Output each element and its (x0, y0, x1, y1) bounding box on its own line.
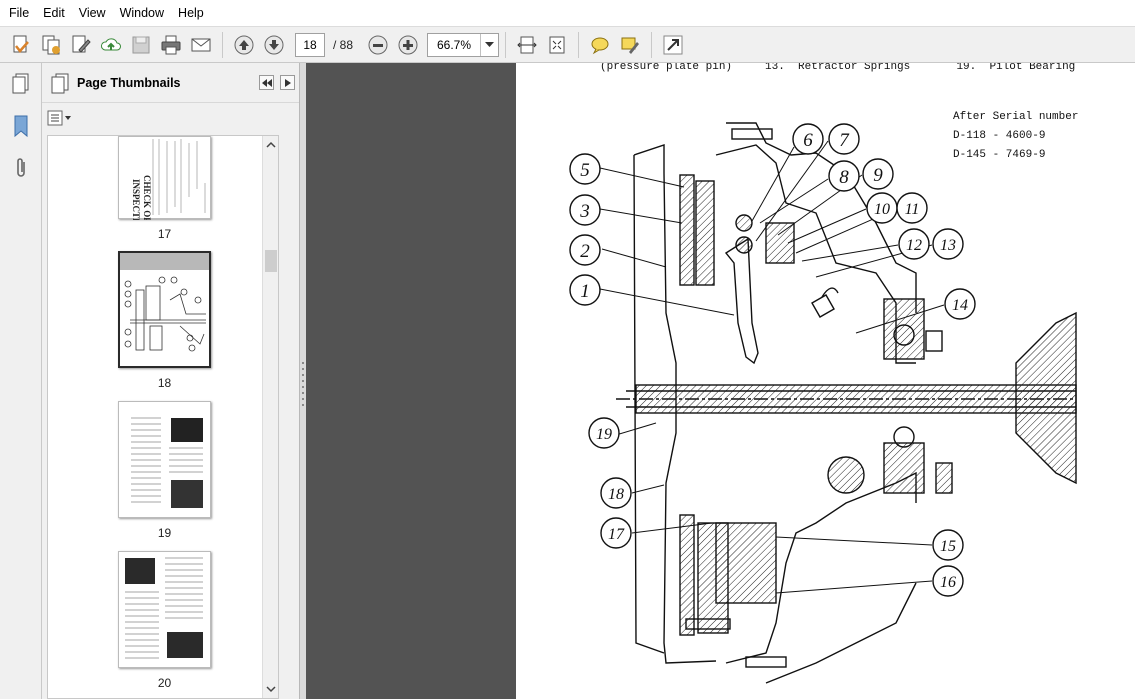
scrollbar-thumb[interactable] (265, 250, 277, 272)
chevron-down-icon[interactable] (480, 33, 498, 56)
document-viewport[interactable]: (pressure plate pin) 13. Retractor Sprin… (306, 63, 1135, 699)
callout-label: 9 (873, 165, 883, 186)
thumbnail-options-row (42, 103, 299, 133)
callout-label: 16 (940, 574, 956, 591)
callout-label: 6 (803, 130, 813, 151)
fit-width-icon[interactable] (512, 30, 542, 60)
email-icon[interactable] (186, 30, 216, 60)
previous-page-icon[interactable] (229, 30, 259, 60)
svg-text:CHECK OFF: CHECK OFF (142, 175, 152, 220)
toolbar-separator (651, 31, 653, 58)
callout-label: 3 (579, 201, 590, 222)
fit-page-icon[interactable] (542, 30, 572, 60)
zoom-in-icon[interactable] (393, 30, 423, 60)
menu-file[interactable]: File (2, 0, 36, 26)
menu-view[interactable]: View (72, 0, 113, 26)
scroll-up-icon[interactable] (263, 138, 279, 152)
callout-label: 17 (608, 526, 625, 543)
thumbnail-list: INSPECTIO CHECK OFF 17 18 19 20 (47, 135, 279, 699)
panel-title: Page Thumbnails (77, 75, 181, 90)
thumbnail-label: 17 (157, 227, 172, 241)
upload-cloud-icon[interactable] (96, 30, 126, 60)
page-thumbnails-header-icon (51, 73, 69, 93)
callout-label: 11 (905, 201, 920, 218)
callout-label: 13 (940, 237, 956, 254)
toolbar: 18 / 88 66.7% (0, 26, 1135, 63)
page-number-input[interactable]: 18 (295, 32, 325, 57)
callout-label: 12 (906, 237, 922, 254)
next-page-icon[interactable] (259, 30, 289, 60)
clutch-assembly-diagram: 5 3 2 1 6 7 8 9 10 11 12 13 14 19 18 17 … (569, 122, 1077, 684)
bookmark-icon[interactable] (8, 113, 34, 139)
menu-edit[interactable]: Edit (36, 0, 72, 26)
thumbnail-label: 19 (157, 526, 172, 540)
options-menu-icon[interactable] (47, 109, 73, 127)
thumbnail-page-18[interactable] (118, 251, 211, 368)
thumbnail-page-17[interactable]: INSPECTIO CHECK OFF (118, 136, 211, 229)
thumbnail-label: 18 (157, 376, 172, 390)
toolbar-separator (222, 31, 223, 58)
thumbnails-panel: Page Thumbnails INSPECTIO CHECK OFF 17 1… (42, 63, 300, 699)
thumbnail-label: 20 (157, 676, 172, 690)
callout-label: 7 (839, 130, 850, 151)
thumbnail-scrollbar[interactable] (262, 136, 278, 698)
navigation-rail (0, 63, 42, 699)
zoom-out-icon[interactable] (363, 30, 393, 60)
svg-text:INSPECTIO: INSPECTIO (131, 179, 141, 220)
menu-window[interactable]: Window (113, 0, 171, 26)
save-icon[interactable] (126, 30, 156, 60)
thumbnail-page-19[interactable] (118, 401, 211, 518)
attachment-icon[interactable] (8, 155, 34, 181)
scroll-down-icon[interactable] (263, 682, 279, 696)
document-page: (pressure plate pin) 13. Retractor Sprin… (516, 63, 1135, 699)
toolbar-separator (505, 31, 507, 58)
callout-label: 18 (608, 486, 624, 503)
callout-label: 2 (580, 241, 590, 262)
thumbnail-page-20[interactable] (118, 551, 211, 668)
callout-label: 5 (580, 160, 590, 181)
callout-label: 1 (580, 281, 590, 302)
create-pdf-icon[interactable] (6, 30, 36, 60)
panel-menu-icon[interactable] (280, 75, 295, 90)
zoom-level-value: 66.7% (437, 37, 472, 52)
highlight-icon[interactable] (615, 30, 645, 60)
callout-label: 10 (874, 201, 890, 218)
page-thumbnails-icon[interactable] (8, 71, 34, 97)
splitter-grip-icon (302, 362, 304, 406)
expand-icon[interactable] (658, 30, 688, 60)
callout-label: 15 (940, 538, 956, 555)
callout-label: 8 (839, 167, 849, 188)
callout-label: 14 (952, 297, 968, 314)
callout-label: 19 (596, 426, 612, 443)
collapse-panel-icon[interactable] (259, 75, 274, 90)
zoom-level-select[interactable]: 66.7% (427, 32, 500, 57)
menu-bar: File Edit View Window Help (0, 0, 1135, 26)
edit-pdf-icon[interactable] (66, 30, 96, 60)
menu-help[interactable]: Help (171, 0, 211, 26)
page-total: / 88 (333, 37, 354, 52)
combine-files-icon[interactable] (36, 30, 66, 60)
comment-icon[interactable] (585, 30, 615, 60)
toolbar-separator (578, 31, 580, 58)
print-icon[interactable] (156, 30, 186, 60)
